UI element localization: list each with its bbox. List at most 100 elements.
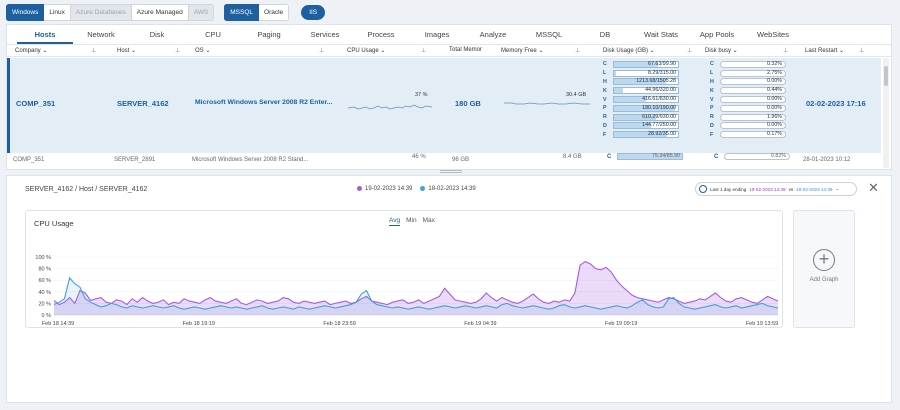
- add-graph-button[interactable]: + Add Graph: [793, 210, 855, 328]
- x-tick-label: Feb 18 19:19: [183, 321, 215, 327]
- last-restart-cell: 02-02-2023 17:16: [806, 99, 866, 108]
- y-tick-label: 60 %: [38, 278, 51, 284]
- disk-usage-item: R 610.29/930.00: [603, 113, 693, 122]
- column-memory-free[interactable]: Memory Free ⌄: [501, 47, 543, 54]
- y-tick-label: 100 %: [35, 255, 51, 261]
- column-disk-busy[interactable]: Disk busy ⌄: [705, 47, 738, 54]
- tab-app-pools[interactable]: App Pools: [689, 25, 745, 44]
- tab-services[interactable]: Services: [297, 25, 353, 44]
- range-previous: 18-02-2023 14:39: [796, 186, 833, 192]
- tab-paging[interactable]: Paging: [241, 25, 297, 44]
- disk-usage-item: C 67.63/99.90: [603, 60, 693, 69]
- disk-letter: L: [710, 70, 714, 77]
- table-row-selected[interactable]: COMP_351 SERVER_4162 Microsoft Windows S…: [7, 58, 881, 153]
- disk-usage-item: L 8.29/315.00: [603, 69, 693, 78]
- pin-icon[interactable]: ⊥: [783, 47, 788, 54]
- range-prefix: Last 1 day ending: [710, 186, 747, 192]
- os-filter-group: Windows Linux Azure Databases Azure Managed…: [6, 3, 215, 21]
- host-cell: SERVER_2891: [114, 157, 156, 163]
- disk-letter: C: [710, 61, 714, 68]
- cpu-sparkline: [347, 104, 433, 110]
- y-tick-label: 20 %: [38, 301, 51, 307]
- breadcrumb: SERVER_4162 / Host / SERVER_4162: [25, 186, 148, 193]
- disk-busy-item: F 0.17%: [710, 130, 800, 139]
- close-icon[interactable]: ✕: [868, 180, 879, 196]
- column-total-memory[interactable]: Total Memor: [449, 47, 482, 53]
- filter-azure-databases[interactable]: Azure Databases: [70, 3, 132, 21]
- tab-analyze[interactable]: Analyze: [465, 25, 521, 44]
- tab-mssql[interactable]: MSSQL: [521, 25, 577, 44]
- column-last-restart[interactable]: Last Restart ⌄: [805, 47, 844, 54]
- hosts-panel: Hosts Network Disk CPU Paging Services Process…: [6, 24, 892, 170]
- tab-db[interactable]: DB: [577, 25, 633, 44]
- iis-filter-button[interactable]: IIS: [301, 4, 326, 20]
- tab-cpu[interactable]: CPU: [185, 25, 241, 44]
- disk-usage-c: 75.34/85.90: [617, 153, 683, 160]
- chevron-down-icon: ⌄: [835, 186, 840, 191]
- company-cell: COMP_351: [13, 157, 45, 163]
- tab-bar: Hosts Network Disk CPU Paging Services Process…: [7, 25, 891, 45]
- tab-process[interactable]: Process: [353, 25, 409, 44]
- filter-azure-managed[interactable]: Azure Managed: [131, 3, 189, 21]
- pin-icon[interactable]: ⊥: [421, 47, 426, 54]
- tab-hosts[interactable]: Hosts: [17, 25, 73, 44]
- disk-usage-bar: 44.96/320.00: [613, 87, 679, 95]
- filter-aws[interactable]: AWS: [188, 3, 215, 21]
- tab-websites[interactable]: WebSites: [745, 25, 801, 44]
- column-disk-usage[interactable]: Disk Usage (GB) ⌄: [603, 47, 655, 54]
- x-tick-label: Feb 18 14:39: [42, 321, 74, 327]
- time-range-selector[interactable]: Last 1 day ending 19-02-2023 14:39 vs 18…: [695, 182, 857, 196]
- disk-busy-item: R 1.96%: [710, 113, 800, 122]
- pin-icon[interactable]: ⊥: [859, 47, 864, 54]
- disk-letter: F: [710, 131, 714, 138]
- disk-letter: D: [710, 122, 714, 129]
- column-host[interactable]: Host ⌄: [117, 47, 136, 54]
- disk-letter: D: [603, 122, 607, 129]
- tab-network[interactable]: Network: [73, 25, 129, 44]
- disk-usage-item: F 28.92/35.00: [603, 130, 693, 139]
- tab-wait-stats[interactable]: Wait Stats: [633, 25, 689, 44]
- disk-busy-item: P 0.00%: [710, 104, 800, 113]
- disk-usage-list: C 67.63/99.90 L 8.29/315.00 H 1213.68/1505.28…: [603, 60, 693, 139]
- column-company[interactable]: Company ⌄: [15, 47, 47, 54]
- company-cell: COMP_351: [16, 99, 56, 108]
- filter-linux[interactable]: Linux: [44, 3, 71, 21]
- disk-letter: R: [710, 114, 714, 121]
- disk-letter: V: [710, 96, 714, 103]
- vertical-scrollbar[interactable]: [883, 58, 889, 168]
- legend-item-current: 19-02-2023 14:39: [357, 186, 412, 192]
- pin-icon[interactable]: ⊥: [575, 47, 580, 54]
- pin-icon[interactable]: ⊥: [175, 47, 180, 54]
- column-os[interactable]: OS ⌄: [195, 47, 210, 54]
- disk-busy-c: 0.82%: [724, 153, 790, 160]
- disk-usage-bar: 8.29/315.00: [613, 69, 679, 77]
- drag-handle-icon[interactable]: [440, 170, 462, 173]
- total-memory-cell: 180 GB: [455, 99, 481, 108]
- tab-images[interactable]: Images: [409, 25, 465, 44]
- filter-mssql[interactable]: MSSQL: [224, 3, 260, 21]
- tab-disk[interactable]: Disk: [129, 25, 185, 44]
- filter-windows[interactable]: Windows: [6, 3, 45, 21]
- y-tick-label: 40 %: [38, 290, 51, 296]
- disk-letter: C: [714, 154, 719, 160]
- disk-busy-value: 0.00%: [720, 78, 786, 86]
- pin-icon[interactable]: ⊥: [91, 47, 96, 54]
- chart-plot: 100 % 80 % 60 % 40 % 20 % 0 % Feb 18 14:39 Feb …: [35, 255, 779, 327]
- pin-icon[interactable]: ⊥: [319, 47, 324, 54]
- disk-usage-bar: 67.63/99.90: [613, 60, 679, 68]
- disk-busy-value: 0.32%: [720, 60, 786, 68]
- disk-letter: C: [603, 61, 607, 68]
- disk-letter: P: [710, 105, 714, 112]
- host-cell: SERVER_4162: [117, 99, 169, 108]
- table-row[interactable]: COMP_351 SERVER_2891 Microsoft Windows S…: [7, 153, 881, 170]
- column-cpu-usage[interactable]: CPU Usage ⌄: [347, 47, 385, 54]
- disk-busy-value: 2.75%: [720, 69, 786, 77]
- panel-splitter[interactable]: [0, 170, 900, 174]
- pin-icon[interactable]: ⊥: [687, 47, 692, 54]
- disk-usage-bar: 180.10/190.00: [613, 104, 679, 112]
- filter-oracle[interactable]: Oracle: [259, 3, 290, 21]
- disk-usage-bar: 416.61/830.00: [613, 96, 679, 104]
- disk-letter: H: [603, 78, 607, 85]
- range-current: 19-02-2023 14:39: [749, 186, 786, 192]
- column-header-row: Company ⌄ ⊥ Host ⌄ ⊥ OS ⌄ ⊥ CPU Usage ⌄ …: [7, 45, 891, 57]
